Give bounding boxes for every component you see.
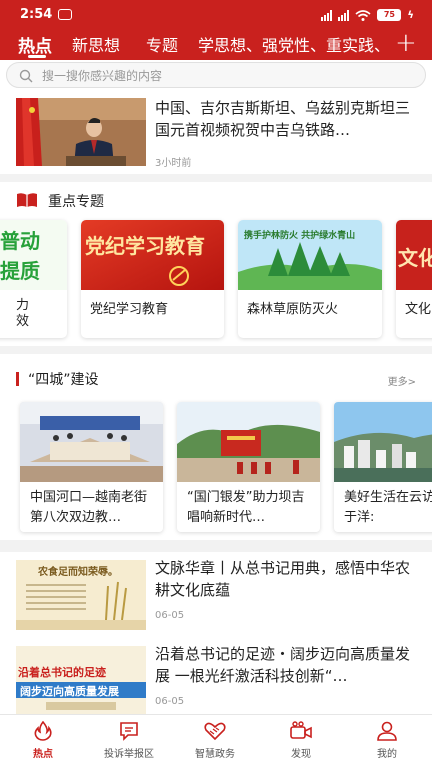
- status-time: 2:54: [20, 7, 53, 22]
- topic-card-forest-fire[interactable]: 携手护林防火 共护绿水青山 森林草原防灭火: [238, 220, 382, 338]
- nav-hot[interactable]: 热点: [0, 715, 86, 768]
- camera-icon: [290, 721, 312, 739]
- tab-new-thought[interactable]: 新思想: [72, 32, 120, 56]
- active-tab-indicator: [28, 55, 46, 58]
- topic-card-discipline-education[interactable]: 党纪学习教育 党纪学习教育: [81, 220, 224, 338]
- topic-banner: 党纪学习教育: [81, 220, 224, 290]
- article-date: 06-05: [155, 696, 185, 707]
- topic-banner: 文化: [396, 220, 432, 290]
- nav-label: 发现: [291, 749, 311, 760]
- article-item[interactable]: 农食足而知荣辱。 文脉华章丨从总书记用典，感悟中华农耕文化底蕴 06-05: [0, 552, 432, 638]
- topic-label: 森林草原防灭火: [247, 302, 339, 317]
- svg-text:普动: 普动: [0, 229, 40, 253]
- user-icon: [377, 721, 397, 741]
- article-date: 06-05: [155, 610, 185, 621]
- tab-hot[interactable]: 热点: [18, 32, 52, 57]
- wifi-icon: [355, 9, 371, 21]
- nav-label: 热点: [33, 749, 53, 760]
- topic-label: 党纪学习教育: [90, 302, 169, 317]
- nav-label: 智慧政务: [195, 749, 235, 760]
- special-topics-section: 重点专题 普动 提质 力 效 党纪学习教育 党纪学习教育 携手护林防火 共护绿水…: [0, 182, 432, 346]
- open-book-icon: [17, 193, 37, 207]
- signal-icon-2: [338, 9, 350, 21]
- section-title: 重点专题: [48, 194, 104, 210]
- article-thumbnail: 农食足而知荣辱。: [16, 560, 146, 630]
- city-card[interactable]: 中国河口—越南老街第八次双边教…: [20, 402, 163, 532]
- status-bar: 2:54 75 ϟ: [0, 0, 432, 30]
- city-card-image: [20, 402, 163, 482]
- flame-icon: [34, 721, 52, 741]
- section-title: “四城”建设: [28, 372, 99, 388]
- svg-text:文化: 文化: [398, 246, 432, 270]
- svg-text:沿着总书记的足迹: 沿着总书记的足迹: [18, 665, 106, 679]
- search-area: [0, 60, 432, 90]
- topic-banner: 普动 提质: [0, 220, 67, 290]
- bottom-navigation: 热点 投诉举报区 智慧政务 发现 我的: [0, 714, 432, 768]
- handshake-icon: [204, 722, 226, 741]
- headline-title: 中国、吉尔吉斯斯坦、乌兹别克斯坦三国元首视频祝贺中吉乌铁路…: [155, 99, 411, 139]
- city-card-image: [177, 402, 320, 482]
- article-thumbnail: 沿着总书记的足迹 阔步迈向高质量发展: [16, 646, 146, 714]
- svg-text:阔步迈向高质量发展: 阔步迈向高质量发展: [20, 684, 120, 698]
- status-indicators: 75 ϟ: [321, 8, 414, 22]
- app-screen: 2:54 75 ϟ 热点 新思想 专题 学思想、强党性、重实践、建新功 +: [0, 0, 432, 768]
- search-input[interactable]: [42, 67, 412, 85]
- tab-study-campaign[interactable]: 学思想、强党性、重实践、建新功: [198, 32, 381, 56]
- city-card[interactable]: “国门银发”助力坝吉唱响新时代…: [177, 402, 320, 532]
- battery-icon: 75: [377, 9, 402, 21]
- city-card-image: [334, 402, 432, 482]
- four-cities-section: “四城”建设 更多> 中国河口—越南老街第八次双边教… “国门银发”助力坝吉唱响…: [0, 354, 432, 540]
- nav-report[interactable]: 投诉举报区: [86, 715, 172, 768]
- svg-text:提质: 提质: [0, 259, 40, 283]
- article-title: 文脉华章丨从总书记用典，感悟中华农耕文化底蕴: [155, 559, 411, 599]
- headline-time: 3小时前: [155, 158, 192, 169]
- city-card-title: “国门银发”助力坝吉唱响新时代…: [187, 490, 305, 525]
- headline-thumbnail: [16, 98, 146, 166]
- report-icon: [120, 722, 138, 741]
- svg-text:党纪学习教育: 党纪学习教育: [85, 234, 205, 258]
- nav-smart-government[interactable]: 智慧政务: [172, 715, 258, 768]
- city-card-title: 中国河口—越南老街第八次双边教…: [30, 490, 148, 525]
- topic-card-partial-right[interactable]: 文化 文化: [396, 220, 432, 338]
- channel-tab-bar: 热点 新思想 专题 学思想、强党性、重实践、建新功 +: [0, 28, 432, 60]
- city-card-title: 美好生活在云访谈丨于洋:: [344, 490, 432, 525]
- signal-icon: [321, 9, 333, 21]
- tab-special[interactable]: 专题: [146, 32, 178, 56]
- add-channel-plus-icon[interactable]: +: [395, 26, 417, 60]
- search-icon: [19, 69, 33, 83]
- article-item[interactable]: 沿着总书记的足迹 阔步迈向高质量发展 沿着总书记的足迹・阔步迈向高质量发展 一根…: [0, 638, 432, 714]
- svg-text:携手护林防火 共护绿水青山: 携手护林防火 共护绿水青山: [244, 229, 355, 241]
- nav-label: 我的: [377, 749, 397, 760]
- city-card[interactable]: 美好生活在云访谈丨于洋:: [334, 402, 432, 532]
- topic-label: 文化: [405, 302, 432, 317]
- nav-discover[interactable]: 发现: [258, 715, 344, 768]
- topic-banner: 携手护林防火 共护绿水青山: [238, 220, 382, 290]
- message-icon: [58, 9, 72, 20]
- charging-icon: ϟ: [407, 9, 414, 21]
- nav-mine[interactable]: 我的: [344, 715, 430, 768]
- nav-label: 投诉举报区: [104, 749, 154, 760]
- section-marker: [16, 372, 19, 386]
- topic-label: 力 效: [16, 298, 30, 329]
- article-title: 沿着总书记的足迹・阔步迈向高质量发展 一根光纤激活科技创新“…: [155, 645, 411, 685]
- headline-news-item[interactable]: 中国、吉尔吉斯斯坦、乌兹别克斯坦三国元首视频祝贺中吉乌铁路… 3小时前: [0, 90, 432, 174]
- topic-card-partial-left[interactable]: 普动 提质 力 效: [0, 220, 67, 338]
- search-box[interactable]: [6, 62, 426, 88]
- article-thumb-heading: 农食足而知荣辱。: [37, 565, 118, 578]
- more-link[interactable]: 更多>: [388, 373, 416, 388]
